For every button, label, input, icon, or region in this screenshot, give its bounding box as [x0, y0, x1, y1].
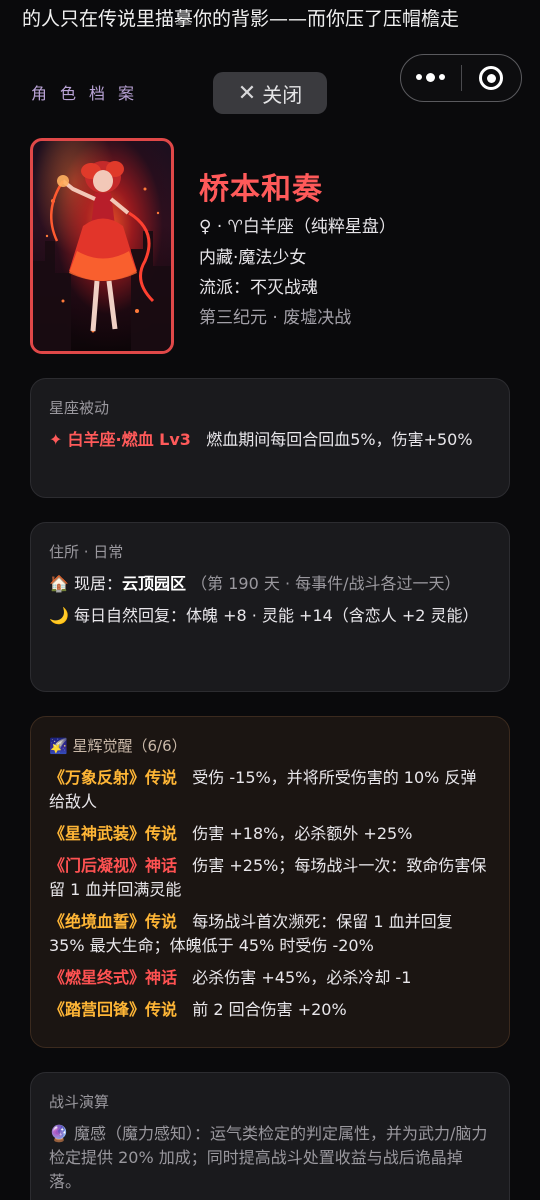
- residence-recovery-line: 🌙 每日自然回复：体魄 +8 · 灵能 +14（含恋人 +2 灵能）: [49, 604, 491, 628]
- close-icon: ✕: [237, 80, 257, 106]
- awakening-item-name: 《万象反射》传说: [49, 768, 178, 787]
- awakening-item-name: 《燃星终式》神话: [49, 968, 178, 987]
- home-icon: 🏠: [49, 574, 69, 593]
- more-icon[interactable]: [401, 72, 461, 82]
- awakening-item: 《绝境血誓》传说 每场战斗首次濒死：保留 1 血并回复 35% 最大生命；体魄低…: [49, 910, 491, 958]
- awakening-item-desc: 前 2 回合伤害 +20%: [192, 1000, 347, 1019]
- moon-icon: 🌙: [49, 606, 69, 625]
- home-note: （第 190 天 · 每事件/战斗各过一天）: [191, 574, 461, 593]
- recovery-text: 每日自然回复：体魄 +8 · 灵能 +14（含恋人 +2 灵能）: [74, 606, 479, 625]
- awakening-list: 《万象反射》传说 受伤 -15%，并将所受伤害的 10% 反弹给敌人《星神武装》…: [49, 766, 491, 1022]
- character-style: 流派：不灭战魂: [199, 278, 318, 298]
- character-hidden-identity: 内藏·魔法少女: [199, 248, 307, 268]
- miniprogram-capsule: [400, 54, 522, 102]
- ticker-text: 的人只在传说里描摹你的背影——而你压了压帽檐走: [22, 8, 460, 30]
- section-tag: 角色档案: [31, 84, 148, 103]
- awakening-item-name: 《星神武装》传说: [49, 824, 178, 843]
- passive-card: 星座被动 ✦ 白羊座·燃血 Lv3 燃血期间每回合回血5%，伤害+50%: [30, 378, 510, 498]
- passive-desc: 燃血期间每回合回血5%，伤害+50%: [206, 430, 473, 449]
- residence-card: 住所 · 日常 🏠 现居：云顶园区 （第 190 天 · 每事件/战斗各过一天）…: [30, 522, 510, 692]
- shooting-star-icon: 🌠: [49, 737, 68, 755]
- passive-title: 星座被动: [49, 399, 110, 417]
- residence-home-line: 🏠 现居：云顶园区 （第 190 天 · 每事件/战斗各过一天）: [49, 572, 491, 596]
- awakening-title: 星辉觉醒（6/6）: [72, 737, 187, 755]
- battle-title: 战斗演算: [49, 1093, 110, 1111]
- character-portrait: [30, 138, 174, 354]
- passive-line: ✦ 白羊座·燃血 Lv3 燃血期间每回合回血5%，伤害+50%: [49, 428, 491, 452]
- passive-name: 白羊座·燃血 Lv3: [67, 430, 191, 449]
- character-sign: ♀ · ♈白羊座（纯粹星盘）: [199, 217, 396, 237]
- awakening-card: 🌠 星辉觉醒（6/6） 《万象反射》传说 受伤 -15%，并将所受伤害的 10%…: [30, 716, 510, 1048]
- awakening-item: 《踏营回锋》传说 前 2 回合伤害 +20%: [49, 998, 491, 1022]
- residence-title: 住所 · 日常: [49, 543, 124, 561]
- awakening-item: 《星神武装》传说 伤害 +18%，必杀额外 +25%: [49, 822, 491, 846]
- battle-desc: 魔感（魔力感知）：运气类检定的判定属性，并为武力/脑力检定提供 20% 加成；同…: [49, 1124, 488, 1191]
- awakening-item-name: 《绝境血誓》传说: [49, 912, 178, 931]
- home-name: 云顶园区: [122, 574, 187, 593]
- awakening-item-desc: 必杀伤害 +45%，必杀冷却 -1: [192, 968, 412, 987]
- passive-star-icon: ✦: [49, 430, 63, 449]
- character-era: 第三纪元 · 废墟决战: [199, 308, 352, 328]
- awakening-item-desc: 伤害 +18%，必杀额外 +25%: [192, 824, 413, 843]
- awakening-item: 《万象反射》传说 受伤 -15%，并将所受伤害的 10% 反弹给敌人: [49, 766, 491, 814]
- character-name: 桥本和奏: [199, 172, 323, 207]
- crystal-ball-icon: 🔮: [49, 1124, 69, 1143]
- home-label: 现居：: [74, 574, 123, 593]
- awakening-item: 《门后凝视》神话 伤害 +25%；每场战斗一次：致命伤害保留 1 血并回满灵能: [49, 854, 491, 902]
- close-button[interactable]: ✕ 关闭: [213, 72, 327, 114]
- exit-target-icon[interactable]: [461, 66, 521, 90]
- awakening-item-name: 《门后凝视》神话: [49, 856, 178, 875]
- battle-card: 战斗演算 🔮 魔感（魔力感知）：运气类检定的判定属性，并为武力/脑力检定提供 2…: [30, 1072, 510, 1200]
- close-label: 关闭: [262, 82, 303, 107]
- awakening-item-name: 《踏营回锋》传说: [49, 1000, 178, 1019]
- awakening-item: 《燃星终式》神话 必杀伤害 +45%，必杀冷却 -1: [49, 966, 491, 990]
- battle-line: 🔮 魔感（魔力感知）：运气类检定的判定属性，并为武力/脑力检定提供 20% 加成…: [49, 1122, 491, 1194]
- awakening-header: 🌠 星辉觉醒（6/6）: [49, 735, 491, 756]
